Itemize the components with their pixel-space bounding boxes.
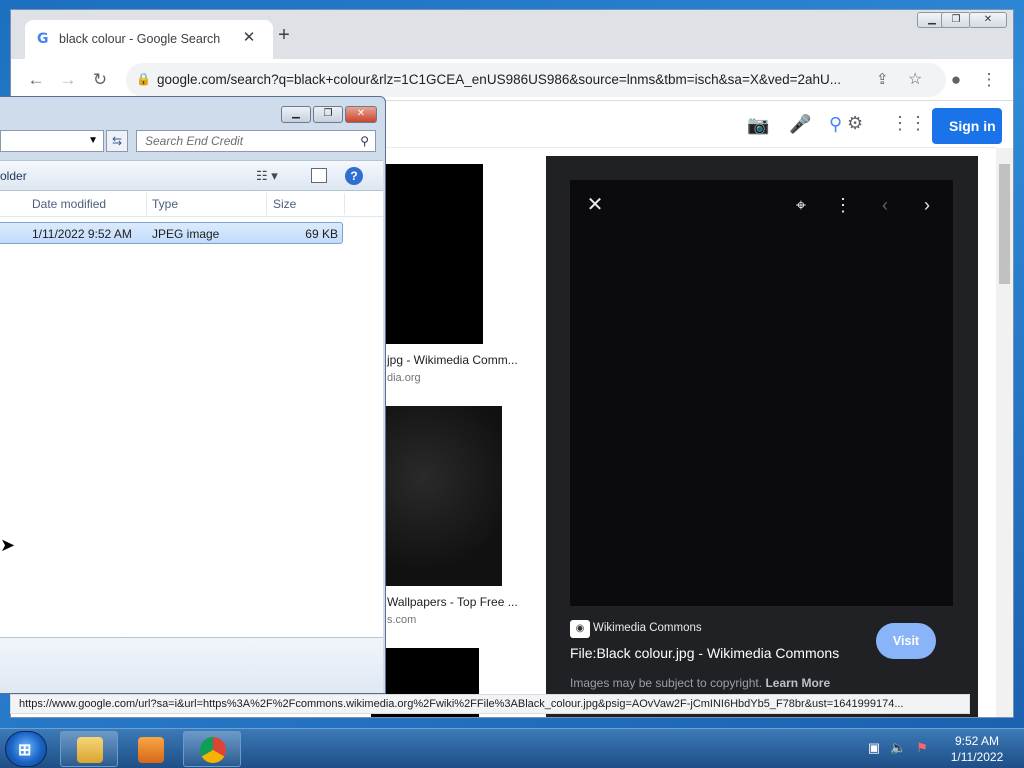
explorer-maximize-button[interactable]: ❐: [313, 106, 343, 123]
explorer-search-input[interactable]: Search End Credit ⚲: [136, 130, 376, 152]
share-icon[interactable]: ⇪: [876, 70, 889, 88]
clock-date: 1/11/2022: [950, 750, 1004, 764]
forward-button[interactable]: →: [55, 67, 81, 93]
explorer-command-bar: older ☷ ▾ ?: [0, 160, 383, 191]
explorer-address-dropdown[interactable]: ▼: [0, 130, 104, 152]
new-tab-button[interactable]: +: [273, 25, 295, 47]
result-thumbnail-1[interactable]: [371, 164, 483, 344]
file-row[interactable]: 1/11/2022 9:52 AM JPEG image 69 KB: [0, 222, 343, 244]
details-pane: [0, 637, 383, 693]
column-date-modified[interactable]: Date modified: [32, 197, 106, 211]
change-view-icon[interactable]: ☷ ▾: [256, 168, 278, 184]
previous-image-icon[interactable]: ‹: [870, 190, 900, 220]
close-tab-icon[interactable]: ✕: [239, 28, 259, 48]
back-button[interactable]: ←: [23, 67, 49, 93]
preview-title[interactable]: File:Black colour.jpg - Wikimedia Common…: [570, 645, 839, 661]
link-status-bar: https://www.google.com/url?sa=i&url=http…: [10, 694, 970, 714]
media-player-icon: [138, 737, 164, 763]
result-source-2: s.com: [387, 614, 417, 626]
search-icon: ⚲: [360, 134, 369, 148]
search-icon[interactable]: ⚲: [829, 114, 842, 135]
url-text: google.com/search?q=black+colour&rlz=1C1…: [157, 72, 842, 87]
taskbar: ⊞ ▣ 🔈 ⚑ 9:52 AM 1/11/2022: [0, 728, 1024, 768]
chrome-icon: [200, 737, 226, 763]
column-separator: [266, 193, 267, 215]
page-scrollbar[interactable]: [996, 148, 1013, 717]
tab-title: black colour - Google Search: [59, 32, 221, 46]
more-options-icon[interactable]: ⋮: [828, 190, 858, 220]
apps-grid-icon[interactable]: ⋮⋮: [891, 113, 927, 134]
column-separator: [146, 193, 147, 215]
help-icon[interactable]: ?: [345, 167, 363, 185]
clock[interactable]: 9:52 AM 1/11/2022: [942, 733, 1012, 765]
taskbar-explorer-button[interactable]: [60, 731, 118, 767]
column-separator: [344, 193, 345, 215]
address-bar[interactable]: 🔒 google.com/search?q=black+colour&rlz=1…: [126, 63, 946, 97]
new-folder-button[interactable]: older: [0, 169, 27, 183]
explorer-close-button[interactable]: ✕: [345, 106, 377, 123]
result-caption-2[interactable]: Wallpapers - Top Free ...: [387, 595, 518, 609]
mouse-cursor-icon: ➤: [0, 535, 16, 555]
windows-logo-icon: ⊞: [18, 742, 32, 759]
lock-icon: 🔒: [136, 72, 151, 86]
file-size: 69 KB: [305, 227, 338, 241]
result-caption-1[interactable]: jpg - Wikimedia Comm...: [387, 353, 518, 367]
search-placeholder: Search End Credit: [145, 134, 244, 148]
sign-in-button[interactable]: Sign in: [932, 108, 1002, 144]
browser-menu-icon[interactable]: ⋮: [976, 67, 1002, 93]
tab-strip: G black colour - Google Search ✕ + ▁ ❐ ✕: [11, 10, 1013, 59]
wikimedia-logo-icon: ◉: [570, 620, 590, 638]
action-center-flag-icon[interactable]: ⚑: [914, 740, 930, 756]
settings-gear-icon[interactable]: ⚙: [847, 113, 863, 134]
learn-more-link[interactable]: Learn More: [765, 676, 830, 690]
bookmark-star-icon[interactable]: ☆: [908, 69, 922, 89]
file-list: Date modified Type Size 1/11/2022 9:52 A…: [0, 191, 383, 637]
volume-icon[interactable]: 🔈: [890, 740, 906, 756]
visit-button[interactable]: Visit: [876, 623, 936, 659]
column-type[interactable]: Type: [152, 197, 178, 211]
copyright-notice: Images may be subject to copyright. Lear…: [570, 676, 830, 690]
reload-button[interactable]: ↻: [87, 67, 113, 93]
google-favicon-icon: G: [37, 31, 49, 47]
scrollbar-thumb[interactable]: [999, 164, 1010, 284]
file-date: 1/11/2022 9:52 AM: [32, 227, 132, 241]
image-preview-panel: ✕ ⌖ ⋮ ‹ › ◉ Wikimedia Commons File:Black…: [546, 156, 978, 717]
column-size[interactable]: Size: [273, 197, 296, 211]
folder-icon: [77, 737, 103, 763]
result-thumbnail-2[interactable]: [371, 406, 502, 586]
preview-image[interactable]: [570, 180, 953, 606]
explorer-titlebar[interactable]: ▁ ❐ ✕: [0, 97, 385, 131]
system-tray: ▣ 🔈 ⚑ 9:52 AM 1/11/2022: [862, 729, 1024, 768]
lens-search-icon[interactable]: ⌖: [786, 190, 816, 220]
explorer-window: ▁ ❐ ✕ ▼ ⇆ Search End Credit ⚲ older ☷ ▾ ?…: [0, 96, 386, 694]
taskbar-chrome-button[interactable]: [183, 731, 241, 767]
clock-time: 9:52 AM: [954, 734, 1000, 748]
maximize-button[interactable]: ❐: [941, 12, 971, 28]
result-source-1: dia.org: [387, 372, 421, 384]
close-window-button[interactable]: ✕: [969, 12, 1007, 28]
preview-source-name[interactable]: Wikimedia Commons: [593, 622, 702, 634]
browser-toolbar: ← → ↻ 🔒 google.com/search?q=black+colour…: [11, 59, 1013, 101]
start-button[interactable]: ⊞: [5, 731, 47, 767]
taskbar-media-player-button[interactable]: [121, 731, 179, 767]
voice-search-icon[interactable]: 🎤: [789, 114, 811, 135]
next-image-icon[interactable]: ›: [912, 190, 942, 220]
file-type: JPEG image: [152, 227, 220, 241]
network-icon[interactable]: ▣: [866, 740, 882, 756]
copyright-text: Images may be subject to copyright.: [570, 676, 763, 690]
close-preview-icon[interactable]: ✕: [580, 190, 610, 220]
column-headers: Date modified Type Size: [0, 191, 383, 217]
camera-search-icon[interactable]: 📷: [747, 115, 769, 136]
tab-google-search[interactable]: G black colour - Google Search ✕: [25, 20, 273, 59]
refresh-icon[interactable]: ⇆: [106, 130, 128, 152]
preview-pane-icon[interactable]: [311, 168, 327, 183]
explorer-minimize-button[interactable]: ▁: [281, 106, 311, 123]
profile-avatar-icon[interactable]: ●: [943, 67, 969, 93]
